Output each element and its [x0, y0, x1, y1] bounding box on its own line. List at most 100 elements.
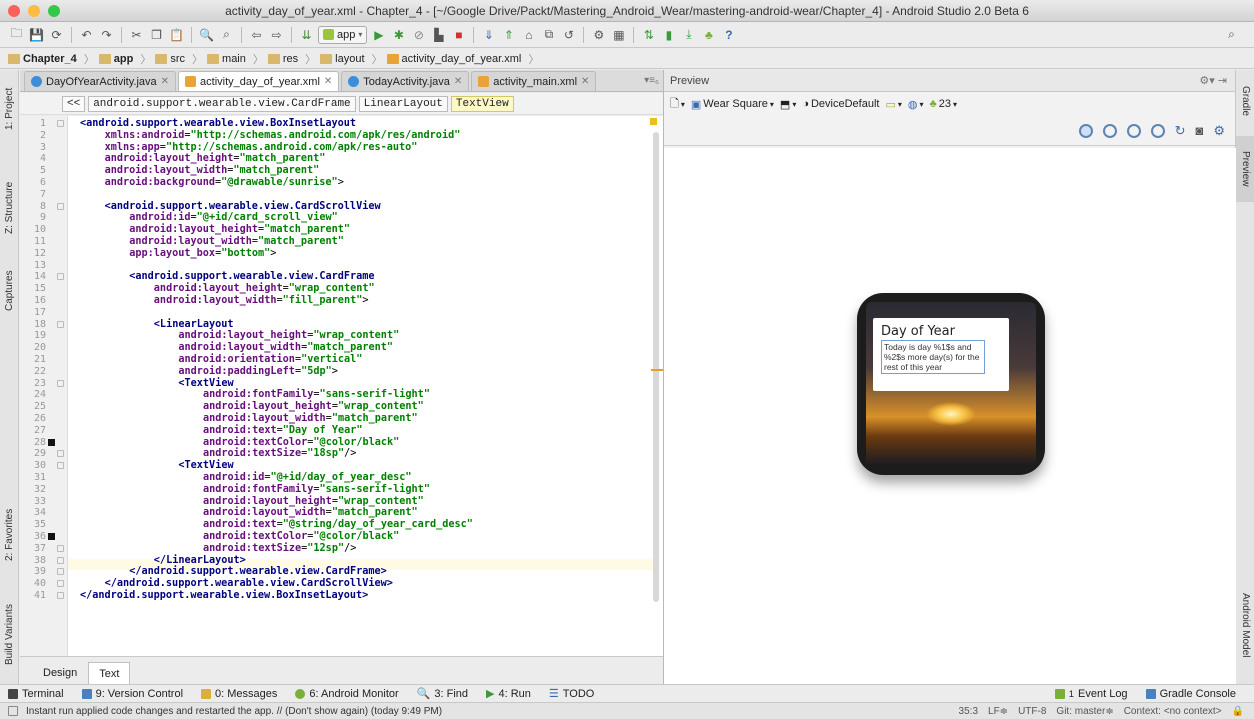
fold-marker-icon[interactable]: [57, 120, 64, 127]
code-line[interactable]: android:layout_width="match_parent": [178, 342, 393, 354]
fold-marker-icon[interactable]: [57, 556, 64, 564]
refresh-icon[interactable]: ↻: [1175, 123, 1186, 139]
preview-canvas[interactable]: Day of Year Today is day %1$s and %2$s m…: [664, 148, 1236, 684]
gradle-sync-icon[interactable]: ⇅: [640, 26, 657, 43]
breadcrumb-linearlayout[interactable]: LinearLayout: [358, 95, 448, 112]
open-folder-icon[interactable]: 🗀: [8, 26, 25, 43]
code-line[interactable]: android:id="@+id/day_of_year_desc": [203, 472, 412, 484]
code-line[interactable]: <android.support.wearable.view.BoxInsetL…: [80, 118, 356, 130]
inspection-status-icon[interactable]: [650, 118, 657, 125]
code-line[interactable]: app:layout_box="bottom">: [129, 248, 276, 260]
code-line[interactable]: android:text="Day of Year": [203, 425, 362, 437]
sync-icon[interactable]: ⟳: [48, 26, 65, 43]
tool-tab-favorites[interactable]: 2: Favorites: [0, 490, 19, 580]
color-swatch-icon[interactable]: [48, 533, 55, 540]
fold-marker-icon[interactable]: [57, 580, 64, 588]
cut-icon[interactable]: ✂: [128, 26, 145, 43]
code-line[interactable]: android:fontFamily="sans-serif-light": [203, 389, 430, 401]
code-line[interactable]: <TextView: [178, 378, 233, 390]
code-line[interactable]: android:text="@string/day_of_year_card_d…: [203, 519, 473, 531]
vcs-compare-icon[interactable]: ⧉: [540, 26, 557, 43]
code-line[interactable]: android:textSize="12sp"/>: [203, 543, 356, 555]
attach-debugger-icon[interactable]: ⊘: [410, 26, 427, 43]
device-select[interactable]: ▣ Wear Square ▾: [691, 98, 774, 111]
code-line[interactable]: xmlns:app="http://schemas.android.com/ap…: [105, 142, 418, 154]
code-line[interactable]: android:layout_width="match_parent": [203, 413, 418, 425]
card-frame[interactable]: Day of Year Today is day %1$s and %2$s m…: [873, 318, 1009, 391]
search-everywhere-icon[interactable]: ⌕: [1223, 26, 1240, 43]
paste-icon[interactable]: 📋: [168, 26, 185, 43]
code-editor[interactable]: 1 2 3 4 5 6 7 8 9 10 11 12 13 14 15 16 17 18 19 20 21 22 23 24 2…: [20, 116, 663, 656]
undo-icon[interactable]: ↶: [78, 26, 95, 43]
code-line[interactable]: android:layout_width="match_parent": [105, 165, 320, 177]
tool-tab-android-model[interactable]: Android Model: [1236, 570, 1254, 680]
code-line[interactable]: android:textColor="@color/black": [203, 437, 399, 449]
fold-marker-icon[interactable]: [57, 202, 64, 210]
copy-icon[interactable]: ❐: [148, 26, 165, 43]
code-line[interactable]: android:layout_width="match_parent": [129, 236, 344, 248]
configuration-menu[interactable]: 🗋 ▾: [670, 95, 685, 114]
settings-icon[interactable]: ⚙: [1213, 123, 1225, 139]
tool-tab-preview[interactable]: Preview: [1236, 136, 1254, 202]
zoom-out-icon[interactable]: [1150, 123, 1165, 138]
code-line[interactable]: android:textSize="18sp"/>: [203, 448, 356, 460]
locale-select[interactable]: ◍ ▾: [908, 98, 924, 111]
tab-todayactivity[interactable]: TodayActivity.java ✕: [341, 71, 470, 91]
save-all-icon[interactable]: 💾: [28, 26, 45, 43]
code-line[interactable]: android:layout_height="match_parent": [129, 224, 350, 236]
tab-activity-day-of-year[interactable]: activity_day_of_year.xml ✕: [178, 71, 340, 91]
close-icon[interactable]: ✕: [581, 76, 589, 87]
breadcrumb-back-button[interactable]: <<: [62, 95, 86, 112]
close-icon[interactable]: ✕: [454, 76, 462, 87]
code-line[interactable]: android:layout_width="fill_parent">: [154, 295, 369, 307]
line-separator[interactable]: LF≑: [988, 706, 1008, 717]
tool-tab-build-variants[interactable]: Build Variants: [0, 590, 19, 680]
code-line[interactable]: android:paddingLeft="5dp">: [178, 366, 338, 378]
toggle-tool-windows-icon[interactable]: [8, 706, 18, 716]
code-line[interactable]: android:layout_width="match_parent": [203, 507, 418, 519]
forward-icon[interactable]: ⇨: [268, 26, 285, 43]
tool-android-monitor[interactable]: 6: Android Monitor: [295, 688, 399, 700]
nav-crumb-layout[interactable]: layout 〉: [320, 51, 386, 67]
code-line[interactable]: <LinearLayout: [154, 319, 234, 331]
code-line[interactable]: </LinearLayout>: [154, 555, 246, 567]
nav-crumb-res[interactable]: res 〉: [267, 51, 320, 67]
vcs-update-icon[interactable]: ⇓: [480, 26, 497, 43]
run-icon[interactable]: ▶: [370, 26, 387, 43]
fold-marker-icon[interactable]: [57, 592, 64, 599]
code-line[interactable]: </android.support.wearable.view.CardScro…: [105, 578, 393, 590]
zoom-actual-icon[interactable]: [1102, 123, 1117, 138]
code-line[interactable]: android:layout_height="wrap_content": [154, 283, 375, 295]
fold-marker-icon[interactable]: [57, 568, 64, 576]
find-icon[interactable]: 🔍: [198, 26, 215, 43]
minimize-window-button[interactable]: [28, 5, 40, 17]
code-line[interactable]: android:textColor="@color/black": [203, 531, 399, 543]
code-line[interactable]: xmlns:android="http://schemas.android.co…: [105, 130, 461, 142]
breadcrumb-cardframe[interactable]: android.support.wearable.view.CardFrame: [88, 95, 356, 112]
code-line[interactable]: android:layout_height="wrap_content": [203, 401, 424, 413]
code-line[interactable]: android:id="@+id/card_scroll_view": [129, 212, 338, 224]
back-icon[interactable]: ⇦: [248, 26, 265, 43]
caret-position[interactable]: 35:3: [959, 706, 978, 717]
replace-icon[interactable]: ⌕: [218, 26, 235, 43]
fold-marker-icon[interactable]: [57, 273, 64, 281]
nav-crumb-main[interactable]: main 〉: [207, 51, 268, 67]
code-line[interactable]: android:layout_height="wrap_content": [203, 496, 424, 508]
debug-icon[interactable]: ✱: [390, 26, 407, 43]
tab-activity-main[interactable]: activity_main.xml ✕: [471, 71, 597, 91]
close-window-button[interactable]: [8, 5, 20, 17]
code-line[interactable]: <android.support.wearable.view.CardScrol…: [105, 201, 381, 213]
zoom-fit-icon[interactable]: [1078, 123, 1093, 138]
redo-icon[interactable]: ↷: [98, 26, 115, 43]
editor-scrollbar[interactable]: [653, 132, 659, 602]
tool-run[interactable]: ▶ 4: Run: [486, 687, 531, 701]
color-swatch-icon[interactable]: [48, 438, 55, 446]
tool-version-control[interactable]: 9: Version Control: [81, 688, 183, 700]
nav-crumb-app[interactable]: app 〉: [98, 51, 156, 67]
fold-marker-icon[interactable]: [57, 379, 64, 387]
android-device-monitor-icon[interactable]: ♣: [700, 26, 717, 43]
file-encoding[interactable]: UTF-8: [1018, 706, 1046, 717]
vcs-revert-icon[interactable]: ↺: [560, 26, 577, 43]
code-line[interactable]: </android.support.wearable.view.BoxInset…: [80, 590, 368, 602]
tool-tab-captures[interactable]: Captures: [0, 256, 19, 326]
